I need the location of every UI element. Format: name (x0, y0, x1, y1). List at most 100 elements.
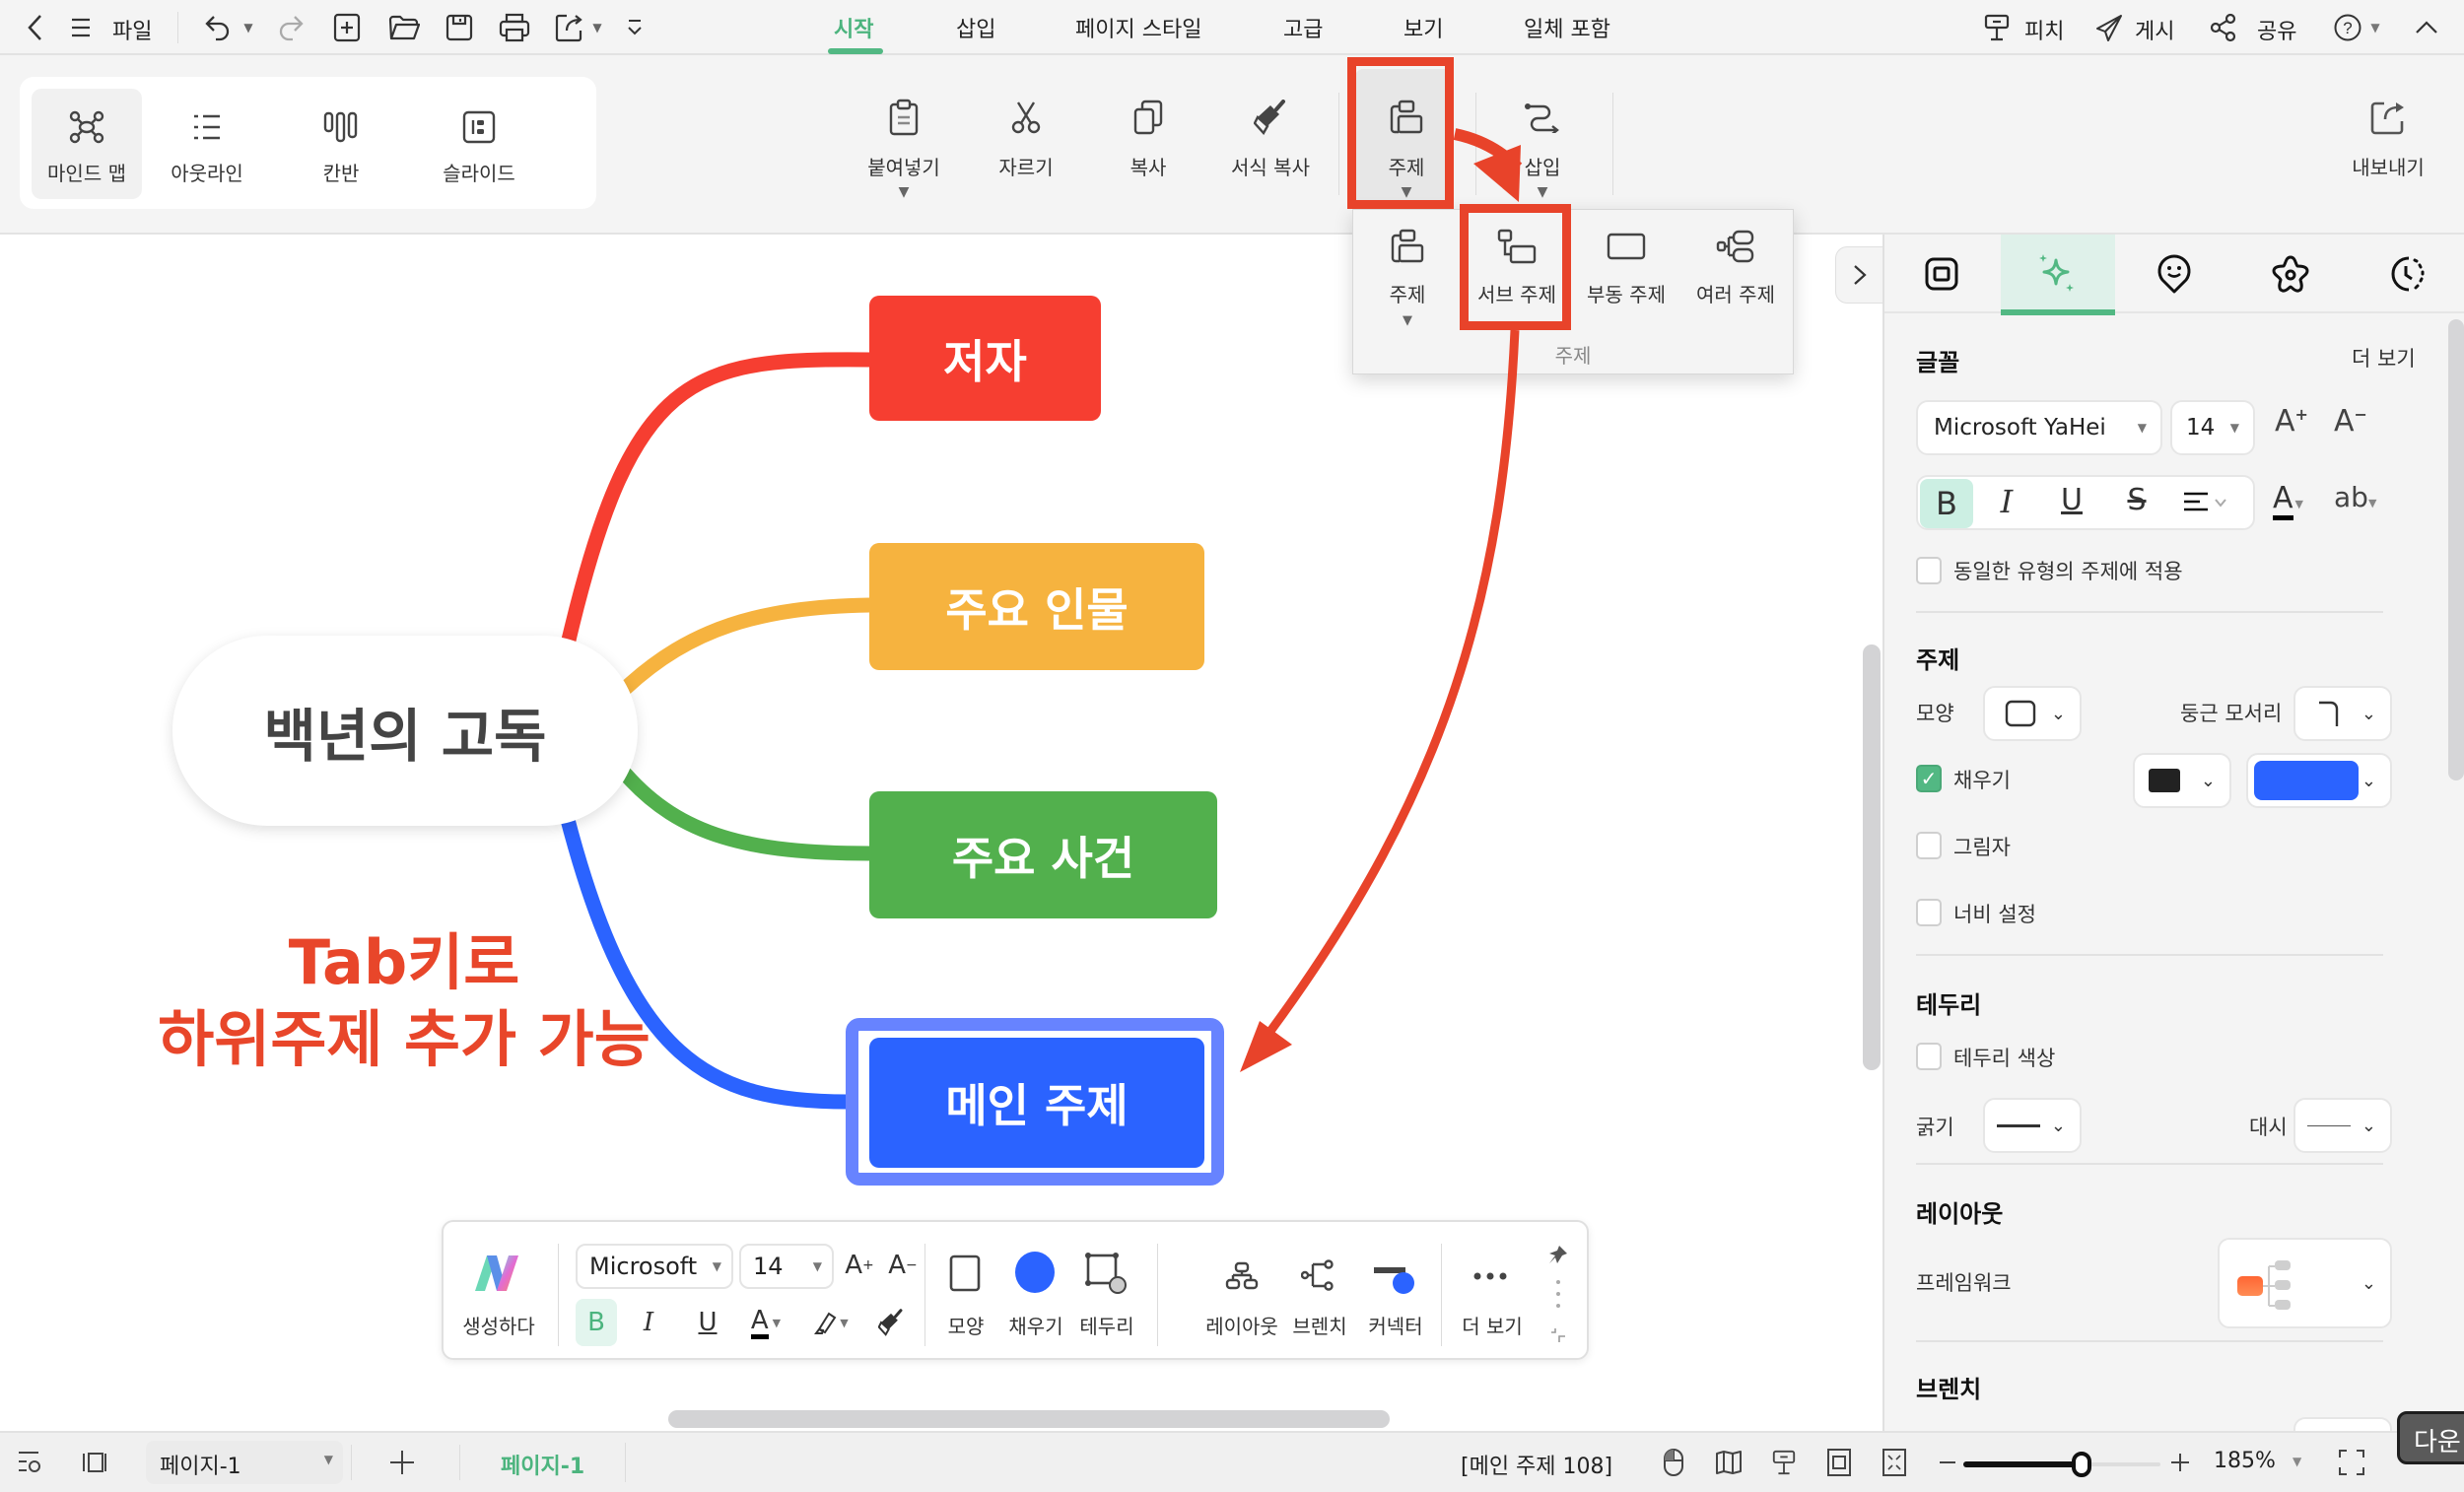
highlight-button[interactable]: ▼ (806, 1299, 856, 1346)
drag-handle-icon[interactable] (1555, 1279, 1561, 1309)
quick-access-more-icon[interactable] (619, 12, 650, 43)
panel-underline-button[interactable]: U (2052, 483, 2091, 517)
topic-submenu-caret-icon[interactable]: ▼ (1353, 313, 1462, 328)
hamburger-menu-icon[interactable] (65, 12, 97, 43)
topic-node-events[interactable]: 주요 사건 (869, 791, 1217, 918)
add-page-icon[interactable] (386, 1447, 418, 1478)
shape-select[interactable]: ⌄ (1983, 686, 2082, 741)
bold-button[interactable]: B (576, 1299, 617, 1346)
redo-icon[interactable] (274, 12, 306, 43)
pin-icon[interactable] (1547, 1244, 1569, 1265)
copy-button[interactable]: 복사 (1094, 95, 1202, 180)
view-slide-button[interactable]: 슬라이드 (424, 89, 534, 199)
resize-corner-icon[interactable] (1549, 1326, 1567, 1344)
border-dash-select[interactable]: ⌄ (2293, 1098, 2392, 1153)
panel-font-family-select[interactable]: Microsoft YaHei ▼ (1916, 400, 2162, 455)
new-file-icon[interactable] (331, 12, 363, 43)
save-icon[interactable] (444, 12, 475, 43)
publish-button[interactable]: 게시 (2135, 14, 2174, 45)
panel-scrollbar[interactable] (2448, 319, 2464, 780)
shape-label[interactable]: 모양 (936, 1311, 995, 1339)
zoom-level[interactable]: 185% (2214, 1449, 2276, 1473)
font-size-select[interactable]: 14 ▼ (739, 1244, 834, 1289)
view-outline-button[interactable]: 아웃라인 (152, 89, 262, 199)
tab-ai[interactable] (2001, 235, 2115, 315)
fit-page-icon[interactable] (1823, 1447, 1855, 1478)
fit-screen-icon[interactable] (1879, 1447, 1910, 1478)
topic-node-characters[interactable]: 주요 인물 (869, 543, 1204, 670)
page-panel-icon[interactable] (79, 1447, 110, 1478)
page-select[interactable]: 페이지-1 ▼ (146, 1441, 343, 1484)
topic-node-main-theme[interactable]: 메인 주제 (869, 1038, 1204, 1168)
branch-icon[interactable] (1301, 1259, 1335, 1291)
outline-navigator-icon[interactable] (14, 1447, 45, 1478)
panel-font-size-select[interactable]: 14 ▼ (2170, 400, 2255, 455)
rounded-corner-select[interactable]: ⌄ (2293, 686, 2392, 741)
more-dots-icon[interactable] (1472, 1271, 1508, 1281)
tab-insert[interactable]: 삽입 (956, 12, 995, 43)
share-icon[interactable] (2208, 12, 2239, 43)
open-folder-icon[interactable] (388, 12, 420, 43)
chevron-up-icon[interactable] (2411, 12, 2442, 43)
branch-label[interactable]: 브렌치 (1287, 1311, 1352, 1339)
mouse-mode-icon[interactable] (1658, 1447, 1689, 1478)
mindmap-canvas[interactable]: 백년의 고독 저자 주요 인물 주요 사건 메인 주제 Tab키로 하위주제 추… (0, 235, 1882, 1431)
branch-select[interactable] (2293, 1417, 2392, 1431)
export-button[interactable]: 내보내기 (2334, 95, 2442, 180)
tab-history[interactable] (2350, 235, 2464, 313)
fill-color-select[interactable]: ⌄ (2246, 753, 2392, 808)
tab-page-style[interactable]: 페이지 스타일 (1075, 12, 1201, 43)
fill-checkbox[interactable]: ✓ (1916, 765, 1942, 792)
format-painter-button[interactable] (871, 1299, 911, 1346)
fullscreen-icon[interactable] (2336, 1447, 2367, 1478)
insert-dropdown-icon[interactable]: ▼ (1488, 184, 1597, 200)
menu-item-multiple-topics[interactable]: 여러 주제 (1681, 224, 1790, 307)
decrease-font-icon[interactable]: A− (2334, 404, 2367, 439)
paste-button[interactable]: 붙여넣기 ▼ (850, 95, 958, 200)
page-tab-active[interactable]: 페이지-1 (501, 1449, 584, 1480)
panel-align-button[interactable] (2182, 491, 2229, 514)
back-icon[interactable] (20, 12, 51, 43)
help-dropdown-icon[interactable]: ▼ (2360, 12, 2391, 43)
fill-text-color-select[interactable]: ⌄ (2133, 753, 2231, 808)
file-menu[interactable]: 파일 (112, 14, 152, 45)
panel-strikethrough-button[interactable]: S (2117, 483, 2156, 517)
framework-select[interactable]: ⌄ (2218, 1238, 2392, 1328)
export-dropdown-icon[interactable]: ▼ (582, 12, 613, 43)
zoom-slider-thumb[interactable] (2072, 1452, 2091, 1477)
send-icon[interactable] (2093, 12, 2125, 43)
view-kanban-button[interactable]: 칸반 (286, 89, 396, 199)
ai-generate-label[interactable]: 생성하다 (457, 1311, 540, 1339)
pitch-button[interactable]: 피치 (2024, 14, 2064, 45)
map-view-icon[interactable] (1713, 1447, 1745, 1478)
apply-same-type-checkbox[interactable] (1916, 557, 1942, 584)
paste-dropdown-icon[interactable]: ▼ (850, 184, 958, 200)
undo-dropdown-icon[interactable]: ▼ (233, 12, 264, 43)
insert-connector-button[interactable]: 삽입 ▼ (1488, 95, 1597, 200)
italic-button[interactable]: I (631, 1299, 666, 1346)
horizontal-scrollbar[interactable] (668, 1410, 1390, 1428)
topic-node-author[interactable]: 저자 (869, 296, 1101, 421)
undo-icon[interactable] (203, 12, 235, 43)
ai-generate-icon[interactable] (473, 1254, 520, 1293)
root-topic-node[interactable]: 백년의 고독 (172, 636, 638, 826)
border-color-checkbox[interactable] (1916, 1043, 1942, 1070)
fill-color-icon[interactable] (1015, 1252, 1055, 1293)
tab-all-in-one[interactable]: 일체 포함 (1524, 12, 1610, 43)
layout-icon[interactable] (1225, 1261, 1259, 1291)
layout-label[interactable]: 레이아웃 (1202, 1311, 1281, 1339)
zoom-in-icon[interactable] (2164, 1447, 2196, 1478)
shape-icon[interactable] (948, 1254, 982, 1293)
width-setting-checkbox[interactable] (1916, 899, 1942, 926)
text-color-button[interactable]: A ▼ (741, 1299, 790, 1346)
panel-text-color-button[interactable]: A ▼ (2273, 481, 2303, 520)
zoom-dropdown-icon[interactable]: ▼ (2293, 1455, 2301, 1468)
collapse-panel-button[interactable] (1835, 246, 1882, 304)
border-weight-select[interactable]: ⌄ (1983, 1098, 2082, 1153)
presentation-icon[interactable] (1981, 12, 2013, 43)
panel-text-case-button[interactable]: ab▼ (2334, 481, 2376, 513)
connector-label[interactable]: 커넥터 (1358, 1311, 1433, 1339)
border-label[interactable]: 테두리 (1074, 1311, 1139, 1339)
tab-marker[interactable] (2117, 235, 2231, 313)
zoom-slider-track[interactable] (1963, 1452, 2160, 1477)
